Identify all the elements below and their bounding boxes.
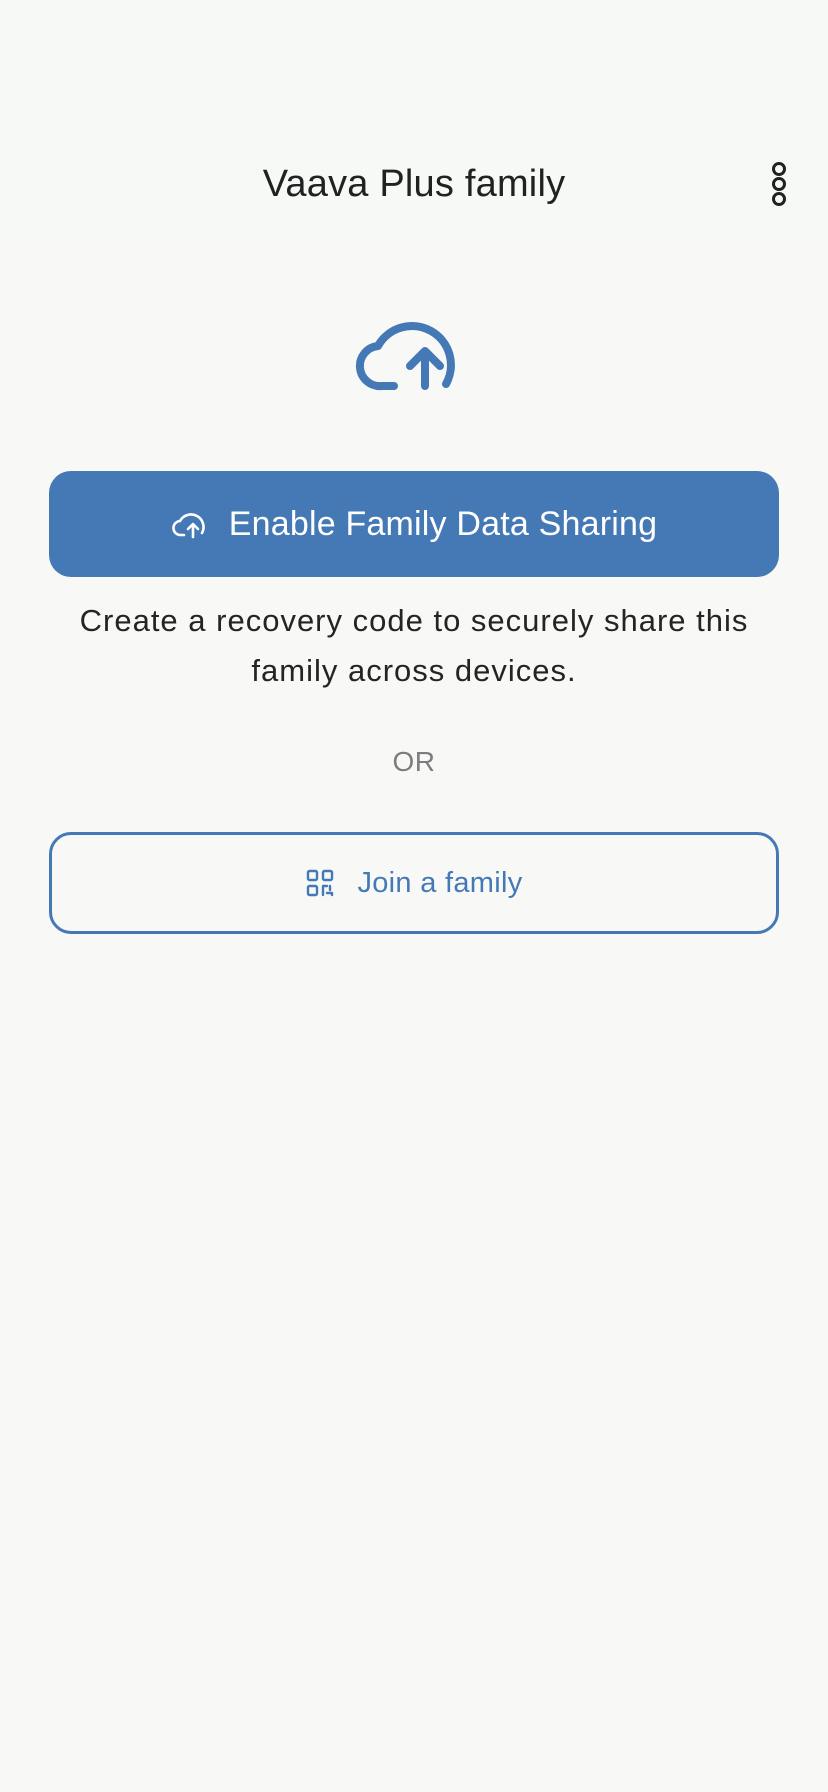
more-options-button[interactable] [758,152,800,216]
join-button-label: Join a family [357,867,523,899]
enable-button-label: Enable Family Data Sharing [228,505,658,543]
or-separator: OR [392,746,436,777]
cloud-upload-icon [355,322,455,391]
cloud-upload-icon [171,507,211,541]
app-header: Vaava Plus family [0,0,828,245]
more-vertical-icon [772,162,786,206]
enable-family-data-sharing-button[interactable]: Enable Family Data Sharing [49,471,779,577]
qr-code-icon [305,868,335,898]
page-title: Vaava Plus family [262,163,566,205]
join-family-button[interactable]: Join a family [49,832,779,934]
description-text: Create a recovery code to securely share… [79,603,749,688]
